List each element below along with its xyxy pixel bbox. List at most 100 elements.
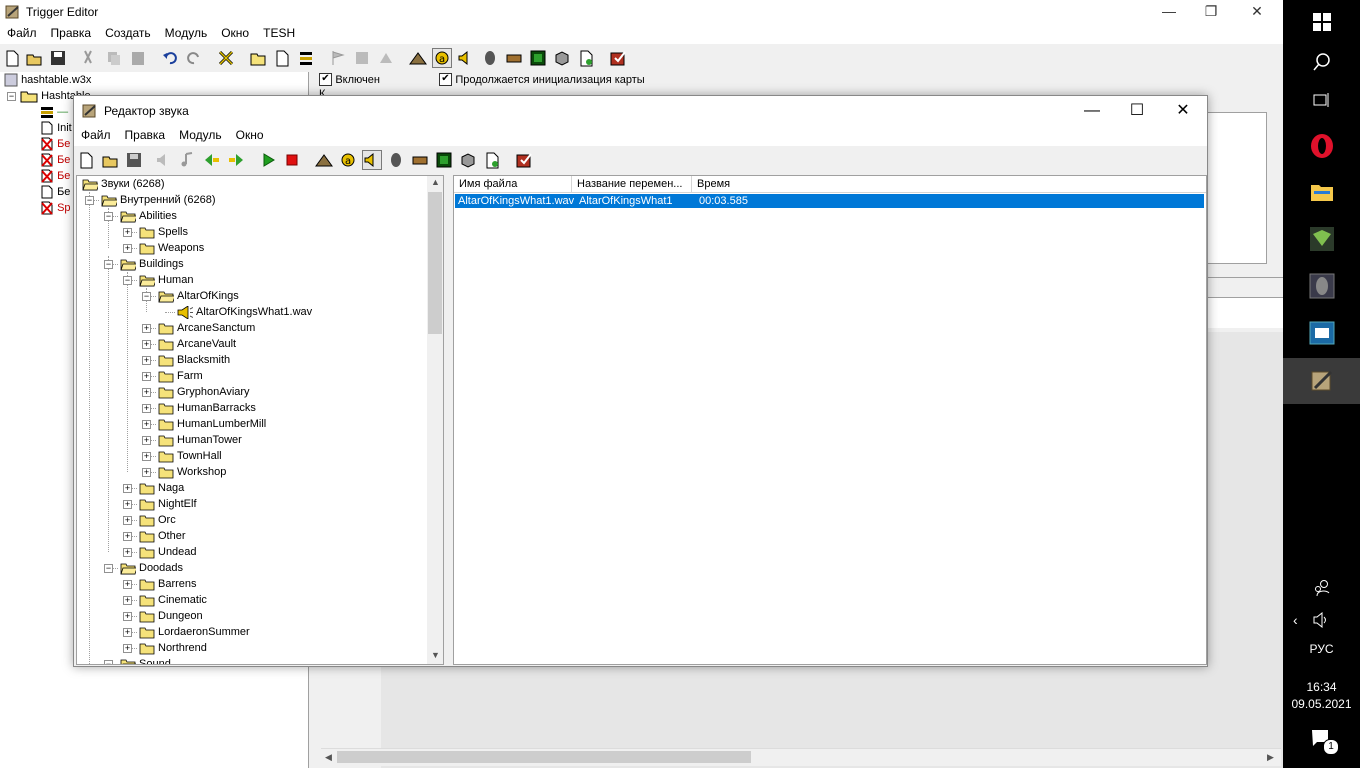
expand-button[interactable]: + xyxy=(142,340,151,349)
map-root-node[interactable]: hashtable.w3x xyxy=(4,73,91,87)
collapse-button[interactable]: − xyxy=(104,212,113,221)
tree-folder-item[interactable]: GryphonAviary xyxy=(158,384,250,400)
dialog-close-button[interactable]: ✕ xyxy=(1160,96,1206,126)
object-editor-icon[interactable] xyxy=(480,48,500,68)
tree-folder-item[interactable]: Farm xyxy=(158,368,203,384)
new-category-icon[interactable] xyxy=(248,48,268,68)
terrain-editor-icon[interactable] xyxy=(314,150,334,170)
tree-sound-item[interactable]: AltarOfKingsWhat1.wav xyxy=(177,304,312,320)
tree-folder-item[interactable]: Buildings xyxy=(120,256,184,272)
open-icon[interactable] xyxy=(24,48,44,68)
tree-folder-item[interactable]: NightElf xyxy=(139,496,197,512)
start-windows-icon[interactable] xyxy=(1283,0,1360,44)
collapse-button[interactable]: − xyxy=(85,196,94,205)
condition-icon[interactable] xyxy=(352,48,372,68)
sound-tree-panel[interactable]: Звуки (6268) − Внутренний (6268) − Abilities… xyxy=(76,175,444,665)
open-icon[interactable] xyxy=(100,150,120,170)
tree-folder-item[interactable]: Orc xyxy=(139,512,176,528)
tree-folder-item[interactable]: Barrens xyxy=(139,576,197,592)
column-header-filename[interactable]: Имя файла xyxy=(454,176,572,193)
init-checkbox[interactable]: ✔ xyxy=(439,73,452,87)
main-close-button[interactable]: ✕ xyxy=(1234,0,1280,24)
ai-editor-icon[interactable] xyxy=(528,48,548,68)
trigger-item-disabled-3[interactable]: Бе xyxy=(40,169,70,183)
tree-folder-item[interactable]: Human xyxy=(139,272,193,288)
trigger-item-init[interactable]: Init xyxy=(40,121,72,135)
tree-folder-item[interactable]: Doodads xyxy=(120,560,183,576)
horizontal-scrollbar[interactable]: ◀ ▶ xyxy=(321,748,1281,766)
scroll-down-icon[interactable]: ▼ xyxy=(431,650,440,660)
enabled-checkbox[interactable]: ✔ xyxy=(319,73,332,87)
tree-folder-item[interactable]: Dungeon xyxy=(139,608,203,624)
test-map-icon[interactable] xyxy=(514,150,534,170)
column-header-time[interactable]: Время xyxy=(692,176,1206,193)
delete-icon[interactable] xyxy=(216,48,236,68)
tree-scroll-thumb[interactable] xyxy=(428,192,442,334)
file-explorer-icon[interactable] xyxy=(1283,170,1360,214)
video-app-icon[interactable] xyxy=(1283,311,1360,355)
world-editor-taskbar-icon[interactable] xyxy=(1283,358,1360,404)
cut-icon[interactable] xyxy=(78,48,98,68)
dialog-menu-window[interactable]: Окно xyxy=(229,126,271,144)
sound-mute-icon[interactable] xyxy=(154,150,174,170)
tree-folder-item[interactable]: Other xyxy=(139,528,186,544)
main-menu-tesh[interactable]: TESH xyxy=(256,24,302,42)
game-app-icon[interactable] xyxy=(1283,217,1360,261)
trigger-item-disabled-2[interactable]: Бе xyxy=(40,153,70,167)
expand-button[interactable]: + xyxy=(123,484,132,493)
scroll-left-icon[interactable]: ◀ xyxy=(325,752,332,763)
main-menu-edit[interactable]: Правка xyxy=(44,24,99,42)
tree-folder-item[interactable]: Звуки (6268) xyxy=(82,176,165,192)
music-note-icon[interactable] xyxy=(178,150,198,170)
tree-folder-item[interactable]: AltarOfKings xyxy=(158,288,239,304)
collapse-button[interactable]: − xyxy=(104,564,113,573)
save-icon[interactable] xyxy=(124,150,144,170)
stop-icon[interactable] xyxy=(282,150,302,170)
main-menu-file[interactable]: Файл xyxy=(0,24,44,42)
tree-folder-item[interactable]: Внутренний (6268) xyxy=(101,192,215,208)
terrain-editor-icon[interactable] xyxy=(408,48,428,68)
dialog-maximize-button[interactable]: ☐ xyxy=(1114,96,1160,126)
import-sound-icon[interactable] xyxy=(202,150,222,170)
expand-button[interactable]: + xyxy=(142,452,151,461)
expand-button[interactable]: + xyxy=(123,628,132,637)
dialog-menu-edit[interactable]: Правка xyxy=(118,126,173,144)
object-manager-icon[interactable] xyxy=(458,150,478,170)
action-icon[interactable] xyxy=(376,48,396,68)
expand-button[interactable]: + xyxy=(142,468,151,477)
expand-button[interactable]: + xyxy=(142,356,151,365)
import-manager-icon[interactable] xyxy=(576,48,596,68)
expand-button[interactable]: + xyxy=(142,372,151,381)
sound-editor-icon[interactable] xyxy=(362,150,382,170)
tree-folder-item[interactable]: HumanTower xyxy=(158,432,242,448)
paste-icon[interactable] xyxy=(128,48,148,68)
main-menu-create[interactable]: Создать xyxy=(98,24,158,42)
expand-button[interactable]: + xyxy=(123,580,132,589)
tree-folder-item[interactable]: Abilities xyxy=(120,208,177,224)
redo-icon[interactable] xyxy=(184,48,204,68)
trigger-editor-icon-btn[interactable]: a xyxy=(432,48,452,68)
scroll-right-icon[interactable]: ▶ xyxy=(1267,752,1274,763)
expand-button[interactable]: + xyxy=(142,404,151,413)
expand-button[interactable]: + xyxy=(123,516,132,525)
column-header-variable[interactable]: Название перемен... xyxy=(572,176,692,193)
tree-folder-item[interactable]: HumanBarracks xyxy=(158,400,256,416)
scroll-thumb[interactable] xyxy=(337,751,751,763)
save-icon[interactable] xyxy=(48,48,68,68)
volume-icon[interactable] xyxy=(1313,611,1331,631)
ai-editor-icon[interactable] xyxy=(434,150,454,170)
task-view-icon[interactable] xyxy=(1283,78,1360,122)
category-expander[interactable]: − xyxy=(7,92,16,101)
new-variable-icon[interactable] xyxy=(296,48,316,68)
table-row[interactable]: AltarOfKingsWhat1.wav AltarOfKingsWhat1 … xyxy=(455,194,1204,208)
tree-vertical-scrollbar[interactable]: ▲ ▼ xyxy=(427,176,443,664)
trigger-item-disabled-1[interactable]: Бе xyxy=(40,137,70,151)
tree-folder-item[interactable]: Sound xyxy=(120,656,171,664)
trigger-item-5[interactable]: Бе xyxy=(40,185,70,199)
collapse-button[interactable]: − xyxy=(123,276,132,285)
expand-button[interactable]: + xyxy=(123,500,132,509)
people-icon[interactable] xyxy=(1283,566,1360,610)
dialog-menu-file[interactable]: Файл xyxy=(74,126,118,144)
expand-button[interactable]: + xyxy=(142,436,151,445)
main-menu-window[interactable]: Окно xyxy=(214,24,256,42)
